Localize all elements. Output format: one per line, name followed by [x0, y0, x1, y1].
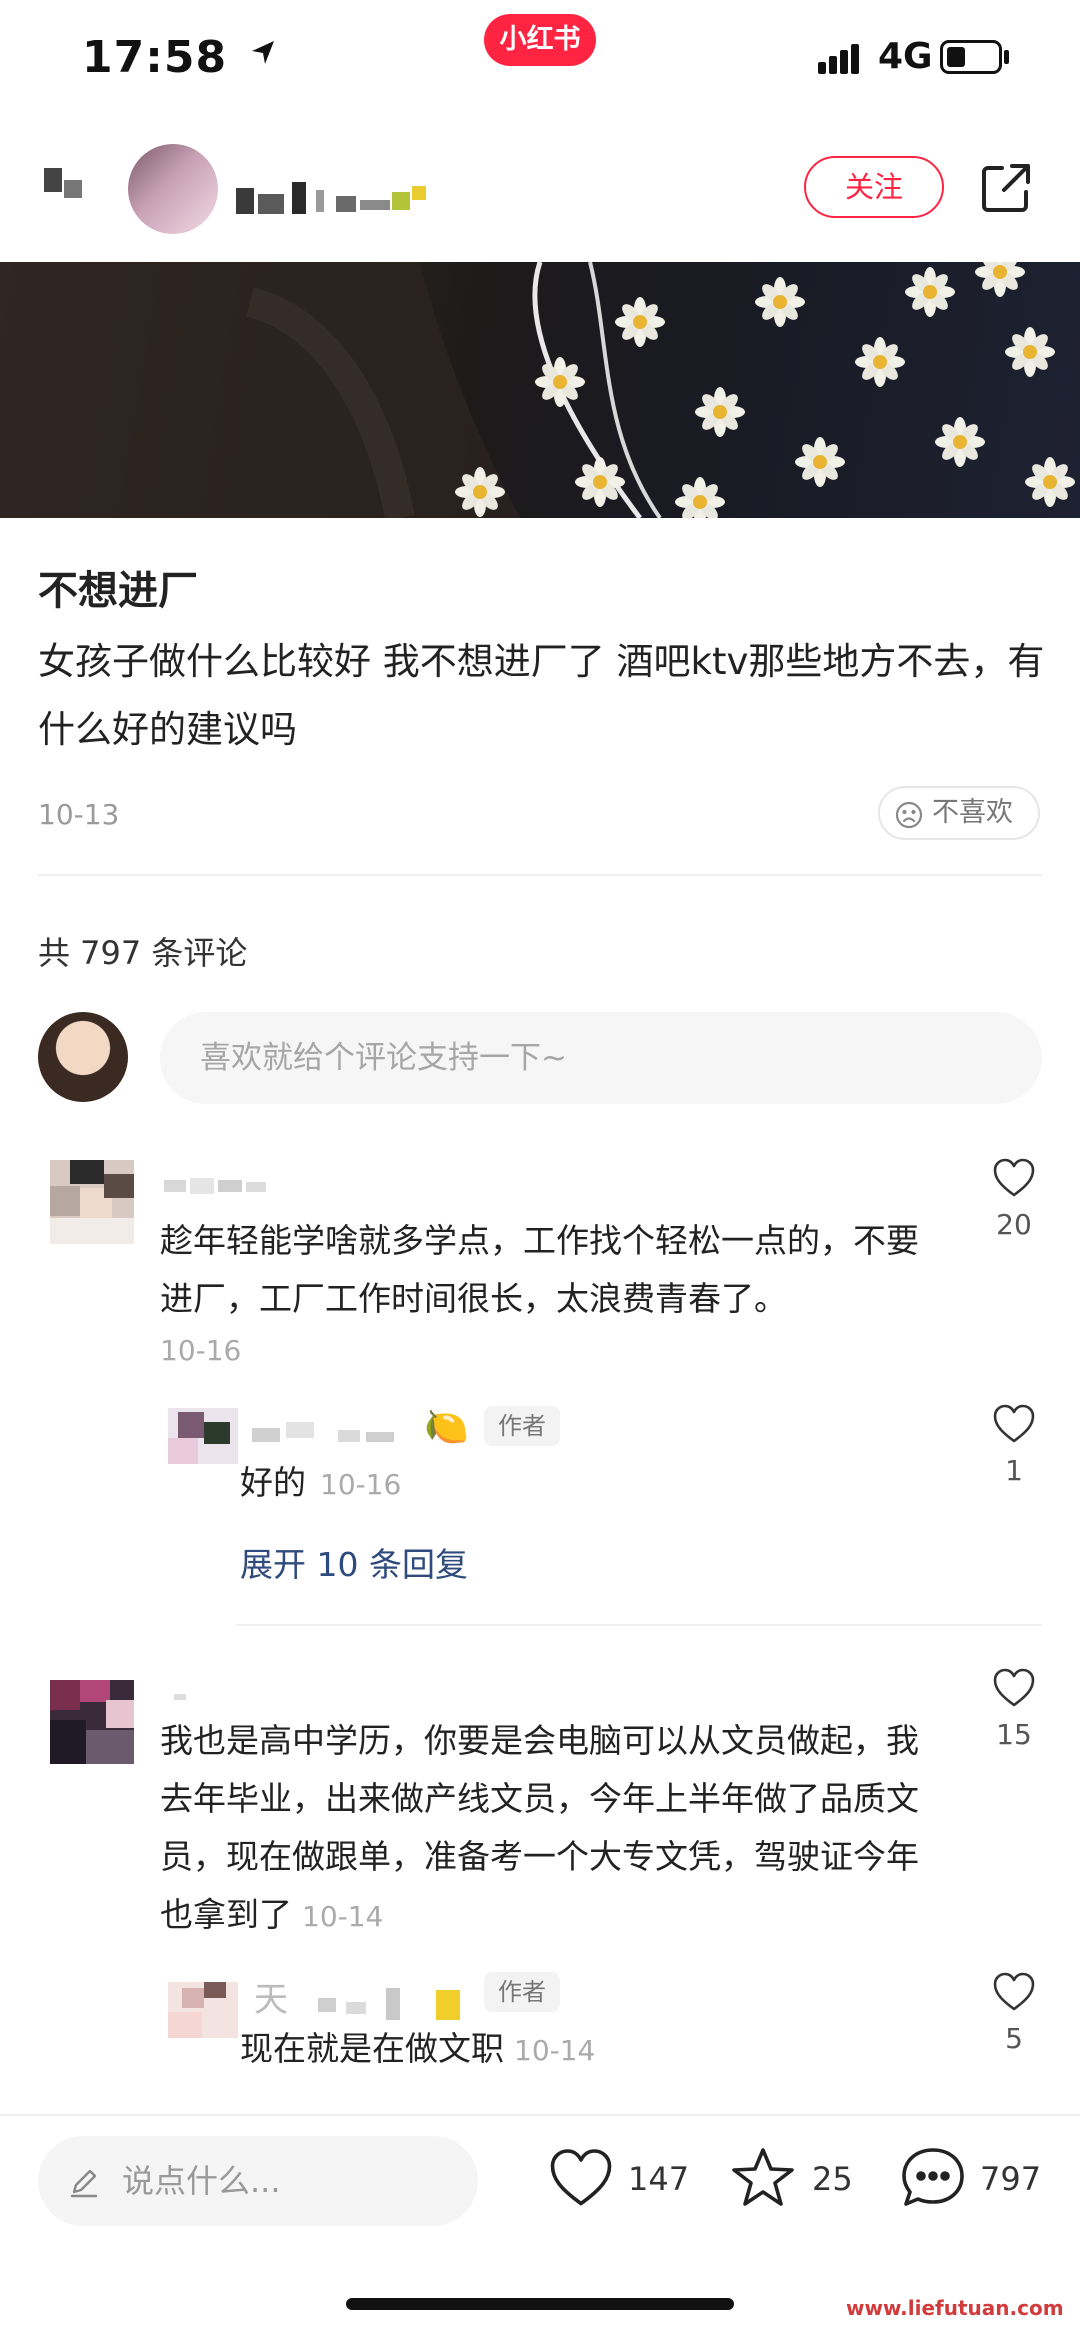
battery-icon [940, 40, 1002, 74]
my-avatar [38, 1012, 128, 1102]
comment-separator [236, 1624, 1042, 1626]
comment-count-bottom: 797 [980, 2160, 1042, 2198]
reply-avatar[interactable] [168, 1408, 238, 1464]
brand-logo: 小红书 [484, 14, 596, 66]
post-photo[interactable] [0, 262, 1080, 518]
reply-author-name[interactable]: 天 [254, 1972, 288, 2021]
battery-tip [1004, 50, 1009, 64]
post-body: 女孩子做什么比较好 我不想进厂了 酒吧ktv那些地方不去，有什么好的建议吗 [38, 640, 1045, 751]
reply-text-body: 现在就是在做文职 [240, 2029, 504, 2068]
comment-count: 共 797 条评论 [38, 934, 248, 972]
chat-bubble-icon [902, 2148, 964, 2206]
reply-author-name[interactable] [252, 1418, 412, 1450]
reply-text: 好的 [240, 1463, 306, 1502]
author-tag: 作者 [484, 1972, 560, 2012]
heart-icon [993, 1404, 1035, 1443]
watermark: www.liefutuan.com [846, 2296, 1064, 2320]
bottom-input-placeholder: 说点什么... [122, 2162, 281, 2200]
reply-date: 10-14 [514, 2034, 596, 2067]
comment-date: 10-14 [302, 1900, 384, 1933]
post-date: 10-13 [38, 798, 120, 831]
comment-like-count: 20 [996, 1208, 1032, 1241]
expand-replies-link[interactable]: 展开 10 条回复 [240, 1538, 468, 1586]
comment-text: 我也是高中学历，你要是会电脑可以从文员做起，我去年毕业，出来做产线文员，今年上半… [160, 1712, 920, 1946]
reply-text: 现在就是在做文职 10-14 [240, 2020, 595, 2080]
commenter-name[interactable] [164, 1176, 274, 1196]
network-type: 4G [878, 36, 933, 77]
reply-date: 10-16 [320, 1468, 402, 1501]
share-icon[interactable] [978, 160, 1034, 220]
comment-like-count: 15 [996, 1718, 1032, 1751]
back-button[interactable] [44, 168, 62, 192]
comment-date: 10-16 [160, 1334, 242, 1367]
sad-face-icon [895, 801, 923, 829]
heart-icon [993, 1668, 1035, 1707]
commenter-avatar[interactable] [50, 1160, 134, 1244]
post-title: 不想进厂 [38, 568, 198, 614]
pencil-icon [70, 2169, 98, 2198]
heart-icon [993, 1158, 1035, 1197]
commenter-name[interactable] [174, 1688, 214, 1708]
status-time: 17:58 [82, 32, 228, 83]
star-icon [732, 2148, 794, 2206]
dislike-label: 不喜欢 [932, 797, 1013, 828]
author-avatar[interactable] [128, 144, 218, 234]
heart-icon [993, 1972, 1035, 2011]
signal-icon [818, 44, 870, 78]
like-count: 147 [628, 2160, 690, 2198]
like-button[interactable] [548, 2148, 614, 2212]
collect-button[interactable] [730, 2146, 796, 2214]
reply-like-count: 1 [1005, 1454, 1023, 1487]
home-indicator[interactable] [346, 2298, 734, 2310]
location-arrow-icon [248, 38, 278, 72]
comment-input[interactable]: 喜欢就给个评论支持一下~ [160, 1012, 1042, 1104]
comment-button[interactable] [900, 2146, 966, 2214]
bottom-comment-input[interactable]: 说点什么... [38, 2136, 478, 2226]
back-icon [64, 180, 82, 198]
commenter-avatar[interactable] [50, 1680, 134, 1764]
comment-like-button[interactable]: 15 [974, 1668, 1054, 1751]
collect-count: 25 [812, 2160, 853, 2198]
follow-button[interactable]: 关注 [804, 156, 944, 218]
reply-avatar[interactable] [168, 1982, 238, 2038]
author-name[interactable] [236, 178, 476, 214]
heart-icon [550, 2149, 612, 2206]
reply-like-count: 5 [1005, 2022, 1023, 2055]
reply-like-button[interactable]: 5 [974, 1972, 1054, 2055]
comment-like-button[interactable]: 20 [974, 1158, 1054, 1241]
dislike-button[interactable]: 不喜欢 [878, 786, 1040, 840]
divider [38, 874, 1042, 876]
comment-text-body: 我也是高中学历，你要是会电脑可以从文员做起，我去年毕业，出来做产线文员，今年上半… [160, 1721, 919, 1934]
author-tag: 作者 [484, 1406, 560, 1446]
reply-author-emoji: 🍋 [424, 1407, 469, 1448]
reply-like-button[interactable]: 1 [974, 1404, 1054, 1487]
comment-text: 趁年轻能学啥就多学点，工作找个轻松一点的，不要进厂，工厂工作时间很长，太浪费青春… [160, 1221, 919, 1318]
